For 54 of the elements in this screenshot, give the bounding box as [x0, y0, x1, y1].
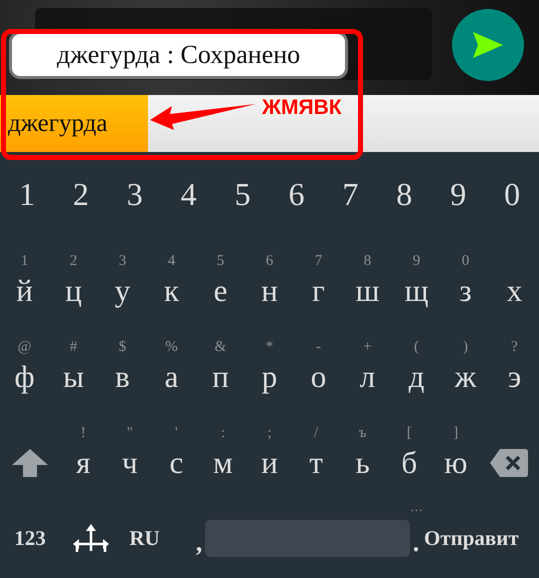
letter-key[interactable]: ! я: [60, 409, 107, 496]
number-key[interactable]: 5: [216, 164, 270, 224]
backspace-icon: [490, 449, 528, 478]
number-key[interactable]: 9: [431, 164, 486, 224]
letter-key[interactable]: 9 щ: [392, 236, 441, 323]
letter-key[interactable]: " ч: [106, 409, 154, 496]
letter-key[interactable]: ( д: [392, 322, 441, 410]
letter-key[interactable]: * р: [245, 322, 294, 410]
suggestion[interactable]: джегурда: [0, 95, 148, 152]
comma-key[interactable]: ,: [193, 528, 205, 558]
letter-key[interactable]: ' с: [153, 409, 200, 496]
move-icon: [73, 524, 109, 554]
letter-key[interactable]: 1 й: [0, 236, 49, 323]
letter-key[interactable]: ; и: [246, 409, 293, 496]
toast-message: джегурда : Сохранено: [12, 34, 345, 76]
number-key[interactable]: 2: [54, 164, 108, 224]
number-key[interactable]: 7: [323, 164, 378, 224]
number-key[interactable]: 1: [0, 164, 54, 224]
letter-key[interactable]: ? э: [490, 322, 539, 410]
letter-key[interactable]: 6 н: [245, 236, 294, 323]
number-key[interactable]: 6: [270, 164, 324, 224]
letter-key[interactable]: 8 ш: [343, 236, 392, 323]
number-key[interactable]: 3: [108, 164, 162, 224]
letter-key[interactable]: 2 ц: [49, 236, 98, 323]
letter-key[interactable]: ) ж: [441, 322, 490, 410]
number-key[interactable]: 4: [162, 164, 216, 224]
letter-key[interactable]: 0 з: [441, 236, 490, 323]
key-hint: …: [410, 499, 423, 516]
letter-key[interactable]: / т: [292, 409, 340, 496]
letter-key[interactable]: ] ю: [432, 409, 480, 496]
letter-key[interactable]: х: [490, 236, 539, 323]
letter-key[interactable]: $ в: [98, 322, 147, 410]
shift-icon: [12, 449, 48, 478]
letter-key[interactable]: 7 г: [294, 236, 343, 323]
letter-key[interactable]: ъ ь: [339, 409, 386, 496]
letter-key[interactable]: @ ф: [0, 322, 49, 410]
letter-key[interactable]: # ы: [49, 322, 98, 410]
letter-key[interactable]: [ б: [386, 409, 432, 496]
number-key[interactable]: 0: [485, 164, 539, 224]
letter-key[interactable]: % а: [147, 322, 196, 410]
annotation-label: ЖМЯВК: [262, 96, 342, 120]
letter-key[interactable]: 3 у: [98, 236, 147, 323]
letter-key[interactable]: 4 к: [147, 236, 196, 323]
letter-key[interactable]: - о: [294, 322, 343, 410]
send-icon: [473, 32, 504, 58]
letter-key[interactable]: 5 е: [196, 236, 245, 323]
language-key[interactable]: RU: [122, 526, 167, 552]
letter-key[interactable]: & п: [196, 322, 245, 410]
symbols-key[interactable]: 123: [0, 526, 60, 552]
number-key[interactable]: 8: [377, 164, 432, 224]
letter-key[interactable]: : м: [200, 409, 246, 496]
period-key[interactable]: .: [410, 528, 422, 558]
letter-key[interactable]: + л: [343, 322, 392, 410]
send-key[interactable]: Отправит: [424, 526, 536, 552]
